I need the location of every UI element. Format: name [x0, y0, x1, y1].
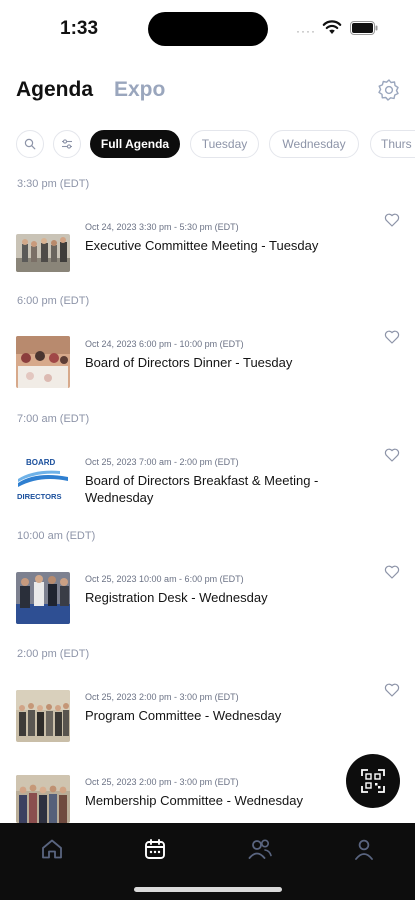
logo-text-board: BOARD	[26, 458, 56, 467]
session-datetime: Oct 25, 2023 7:00 am - 2:00 pm (EDT)	[85, 457, 239, 467]
tab-expo[interactable]: Expo	[114, 78, 165, 102]
session-datetime: Oct 24, 2023 3:30 pm - 5:30 pm (EDT)	[85, 222, 239, 232]
time-header: 6:00 pm (EDT)	[17, 295, 90, 307]
qr-scan-button[interactable]	[346, 754, 400, 808]
heart-icon[interactable]	[384, 682, 400, 698]
qr-scan-icon	[361, 769, 385, 793]
session-title: Executive Committee Meeting - Tuesday	[85, 238, 319, 253]
time-header: 7:00 am (EDT)	[17, 413, 90, 425]
chip-tuesday[interactable]: Tuesday	[190, 130, 259, 158]
session-title: Board of Directors Dinner - Tuesday	[85, 355, 293, 370]
board-directors-logo: BOARD DIRECTORS	[16, 455, 70, 503]
status-time: 1:33	[60, 18, 99, 39]
session-title: Board of Directors Breakfast & Meeting -…	[85, 473, 319, 505]
wifi-icon	[322, 20, 342, 34]
nav-profile[interactable]	[350, 835, 378, 863]
logo-text-directors: DIRECTORS	[17, 492, 62, 501]
calendar-icon	[145, 839, 165, 859]
time-header: 10:00 am (EDT)	[17, 530, 96, 542]
profile-icon	[355, 839, 373, 860]
session-thumbnail	[16, 690, 70, 742]
heart-icon[interactable]	[384, 564, 400, 580]
time-header: 2:00 pm (EDT)	[17, 648, 90, 660]
time-header: 3:30 pm (EDT)	[17, 178, 90, 190]
chip-wednesday[interactable]: Wednesday	[269, 130, 359, 158]
dynamic-island	[148, 12, 268, 46]
session-title: Program Committee - Wednesday	[85, 708, 282, 723]
heart-icon[interactable]	[384, 329, 400, 345]
filter-button[interactable]	[53, 130, 81, 158]
status-bar: 1:33 ····	[0, 0, 415, 56]
tab-agenda[interactable]: Agenda	[16, 78, 93, 102]
session-thumbnail	[16, 336, 70, 388]
session-datetime: Oct 24, 2023 6:00 pm - 10:00 pm (EDT)	[85, 339, 244, 349]
session-title: Registration Desk - Wednesday	[85, 590, 268, 605]
nav-home[interactable]	[38, 835, 66, 863]
people-icon	[248, 839, 272, 859]
search-icon	[24, 138, 36, 150]
app-header: Agenda Expo	[0, 72, 415, 112]
session-datetime: Oct 25, 2023 2:00 pm - 3:00 pm (EDT)	[85, 777, 239, 787]
nav-people[interactable]	[246, 835, 274, 863]
filter-chips: Full Agenda Tuesday Wednesday Thurs	[0, 130, 415, 160]
gear-icon[interactable]	[376, 76, 402, 102]
home-icon	[42, 839, 62, 859]
session-thumbnail	[16, 572, 70, 624]
session-datetime: Oct 25, 2023 2:00 pm - 3:00 pm (EDT)	[85, 692, 239, 702]
battery-icon	[350, 21, 378, 35]
session-datetime: Oct 25, 2023 10:00 am - 6:00 pm (EDT)	[85, 574, 244, 584]
heart-icon[interactable]	[384, 212, 400, 228]
session-thumbnail	[16, 775, 70, 823]
session-title: Membership Committee - Wednesday	[85, 793, 303, 808]
search-button[interactable]	[16, 130, 44, 158]
home-indicator	[134, 887, 282, 892]
heart-icon[interactable]	[384, 447, 400, 463]
sliders-icon	[62, 139, 72, 149]
chip-full-agenda[interactable]: Full Agenda	[90, 130, 180, 158]
chip-thursday[interactable]: Thurs	[370, 130, 415, 158]
signal-dots: ····	[296, 24, 316, 38]
nav-agenda[interactable]	[141, 835, 169, 863]
bottom-nav	[0, 823, 415, 900]
session-thumbnail	[16, 234, 70, 272]
